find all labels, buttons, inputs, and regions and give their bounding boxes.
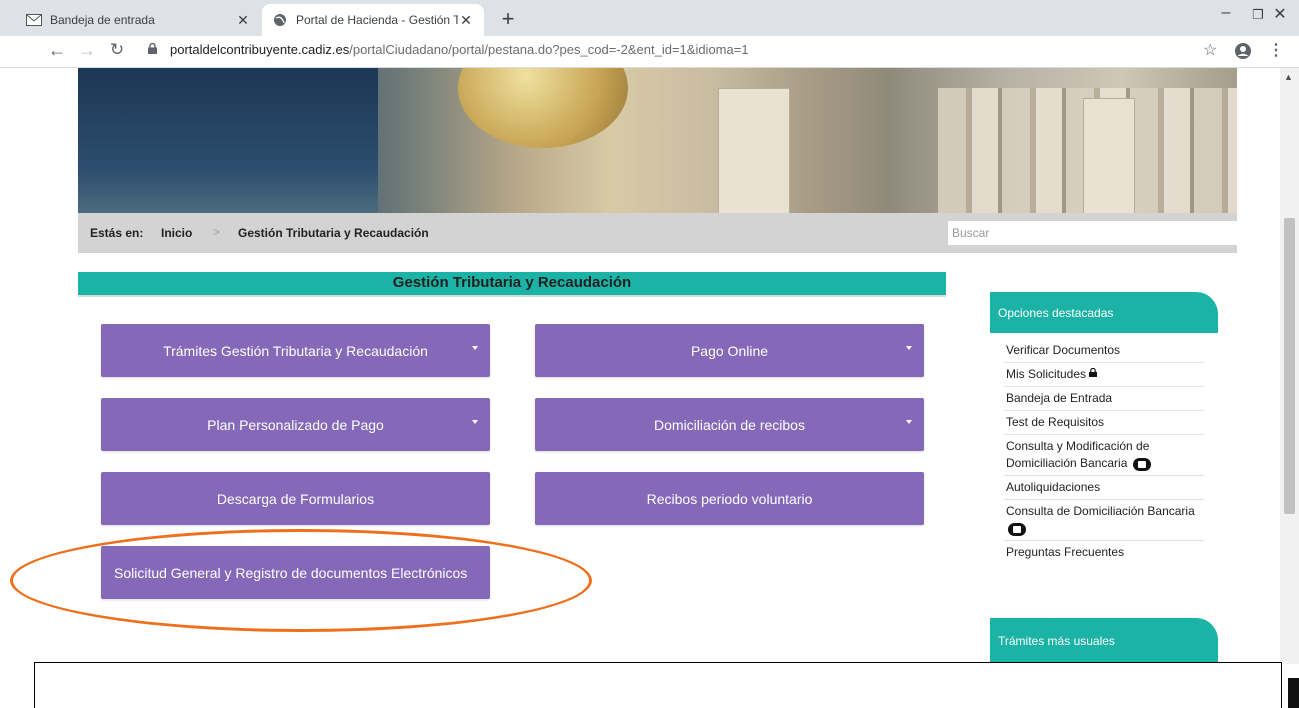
menu-kebab-icon[interactable]: ⋮	[1268, 40, 1284, 60]
scroll-up-arrow-icon[interactable]: ▲	[1284, 72, 1293, 82]
sidebar-item-preguntas-frecuentes[interactable]: Preguntas Frecuentes	[1004, 541, 1204, 564]
plan-personalizado-button[interactable]: Plan Personalizado de Pago	[101, 398, 490, 451]
sidebar-item-consulta-modificacion[interactable]: Consulta y Modificación de Domiciliación…	[1004, 435, 1204, 477]
tab-title: Portal de Hacienda - Gestión Trib	[296, 13, 458, 27]
lock-icon	[148, 42, 162, 57]
blank-overlay-box	[34, 662, 1282, 708]
caret-down-icon	[472, 420, 478, 424]
globe-icon	[272, 12, 288, 28]
caret-down-icon	[906, 346, 912, 350]
sidebar-item-label: Verificar Documentos	[1006, 343, 1121, 357]
browser-tab-bar: Bandeja de entrada ✕ Portal de Hacienda …	[0, 0, 1299, 36]
usual-procedures-header: Trámites más usuales	[990, 618, 1218, 664]
banner-dome	[458, 68, 628, 148]
new-tab-icon[interactable]: +	[496, 6, 520, 32]
sidebar-item-label: Consulta y Modificación de Domiciliación…	[1006, 439, 1150, 471]
lock-badge-icon	[1132, 457, 1151, 471]
reload-icon[interactable]: ↻	[106, 40, 128, 60]
page-viewport: Estás en: Inicio > Gestión Tributaria y …	[0, 68, 1280, 664]
button-label: Solicitud General y Registro de document…	[114, 564, 468, 581]
sidebar-item-label: Test de Requisitos	[1006, 415, 1105, 430]
breadcrumb-chevron-icon: >	[213, 225, 221, 239]
sidebar-item-bandeja-entrada[interactable]: Bandeja de Entrada	[1004, 387, 1204, 412]
button-label: Trámites Gestión Tributaria y Recaudació…	[163, 342, 428, 359]
address-bar[interactable]: portaldelcontribuyente.cadiz.es/portalCi…	[148, 42, 749, 57]
profile-icon[interactable]	[1234, 40, 1252, 65]
search-input[interactable]	[948, 221, 1276, 245]
button-label: Domiciliación de recibos	[654, 416, 805, 433]
descarga-formularios-button[interactable]: Descarga de Formularios	[101, 472, 490, 525]
bookmark-star-icon[interactable]: ☆	[1203, 40, 1217, 60]
url-path: /portalCiudadano/portal/pestana.do?pes_c…	[349, 42, 749, 57]
forward-icon[interactable]: →	[76, 40, 98, 61]
button-label: Pago Online	[690, 342, 769, 359]
close-icon[interactable]: ✕	[235, 12, 251, 29]
solicitud-general-button[interactable]: Solicitud General y Registro de document…	[101, 546, 490, 599]
page-scrollbar[interactable]: ▲	[1280, 68, 1299, 664]
banner-tower	[718, 88, 790, 213]
dark-corner-fragment	[1288, 678, 1299, 708]
button-label: Descarga de Formularios	[216, 490, 375, 507]
tramites-gestion-button[interactable]: Trámites Gestión Tributaria y Recaudació…	[101, 324, 490, 377]
caret-down-icon	[472, 346, 478, 350]
url-host: portaldelcontribuyente.cadiz.es	[170, 42, 350, 57]
recibos-periodo-voluntario-button[interactable]: Recibos periodo voluntario	[535, 472, 924, 525]
tab-hacienda[interactable]: Portal de Hacienda - Gestión Trib ✕	[262, 4, 484, 36]
usual-procedures-title: Trámites más usuales	[998, 634, 1115, 648]
featured-options-list: Verificar Documentos Mis Solicitudes Ban…	[1004, 339, 1204, 564]
breadcrumb-prefix: Estás en:	[90, 226, 144, 240]
window-close-icon[interactable]: ✕	[1260, 4, 1299, 24]
caret-down-icon	[906, 420, 912, 424]
page-title: Gestión Tributaria y Recaudación	[78, 272, 946, 297]
header-banner-image	[78, 68, 1237, 213]
breadcrumb-current: Gestión Tributaria y Recaudación	[238, 226, 429, 240]
sidebar-item-label: Bandeja de Entrada	[1006, 391, 1113, 406]
domiciliacion-recibos-button[interactable]: Domiciliación de recibos	[535, 398, 924, 451]
featured-options-header: Opciones destacadas	[990, 292, 1218, 333]
close-icon[interactable]: ✕	[458, 12, 474, 29]
scrollbar-thumb[interactable]	[1284, 218, 1295, 514]
button-label: Plan Personalizado de Pago	[207, 416, 384, 433]
sidebar-item-label: Preguntas Frecuentes	[1006, 545, 1125, 560]
lock-icon	[1089, 366, 1098, 383]
sidebar-item-verificar-documentos[interactable]: Verificar Documentos	[1004, 339, 1204, 363]
sidebar-item-test-requisitos[interactable]: Test de Requisitos	[1004, 411, 1204, 436]
sidebar-item-label: Consulta de Domiciliación Bancaria	[1006, 504, 1195, 519]
tab-inbox[interactable]: Bandeja de entrada ✕	[16, 4, 261, 36]
breadcrumb: Estás en: Inicio > Gestión Tributaria y …	[78, 213, 1280, 253]
sidebar-item-mis-solicitudes[interactable]: Mis Solicitudes	[1004, 363, 1204, 388]
button-label: Recibos periodo voluntario	[646, 490, 813, 507]
sidebar-item-consulta-domiciliacion[interactable]: Consulta de Domiciliación Bancaria	[1004, 500, 1204, 542]
banner-tower	[1083, 98, 1135, 213]
sidebar-item-label: Mis Solicitudes	[1006, 367, 1087, 381]
tab-title: Bandeja de entrada	[50, 13, 155, 27]
sidebar-item-label: Autoliquidaciones	[1006, 480, 1101, 495]
browser-toolbar: ← → ↻ portaldelcontribuyente.cadiz.es/po…	[0, 36, 1299, 68]
lock-badge-icon	[1008, 522, 1026, 536]
breadcrumb-home-link[interactable]: Inicio	[161, 226, 192, 240]
back-icon[interactable]: ←	[46, 40, 68, 61]
sidebar-item-autoliquidaciones[interactable]: Autoliquidaciones	[1004, 476, 1204, 501]
pago-online-button[interactable]: Pago Online	[535, 324, 924, 377]
mail-icon	[26, 12, 42, 28]
banner-sea	[78, 68, 378, 213]
featured-options-title: Opciones destacadas	[998, 305, 1114, 320]
